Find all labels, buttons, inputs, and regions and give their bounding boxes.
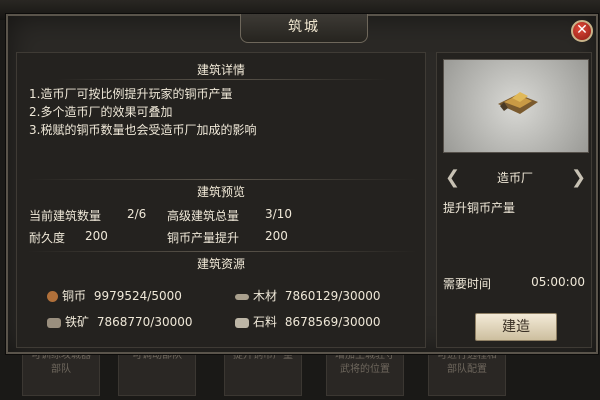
resource-value: 9979524/5000 [93,289,182,303]
resource-value: 7860129/30000 [284,289,381,303]
time-label: 需要时间 [443,277,492,291]
detail-line: 1.造币厂可按比例提升玩家的铜币产量 [29,87,233,101]
detail-line: 2.多个造币厂的效果可叠加 [29,105,173,119]
resource-iron: 铁矿 7868770/30000 [47,313,197,331]
current-count-label: 当前建筑数量 [29,209,102,223]
advanced-total-label: 高级建筑总量 [167,209,240,223]
resource-stone: 石料 8678569/30000 [235,313,385,331]
details-title: 建筑详情 [196,63,245,77]
detail-line: 3.税赋的铜币数量也会受造币厂加成的影响 [29,123,257,137]
building-name: 造币厂 [496,171,533,185]
current-count-value: 2/6 [127,207,147,221]
resources-title: 建筑资源 [196,257,245,271]
iron-ore-icon [47,317,61,328]
durability-label: 耐久度 [29,231,66,245]
previous-building-icon[interactable]: ❮ [445,167,460,189]
divider [57,79,387,80]
copper-boost-value: 200 [265,229,288,243]
next-building-icon[interactable]: ❯ [571,167,586,189]
building-panel: ❮ 造币厂 ❯ 提升铜币产量 需要时间 05:00:00 建造 [436,52,592,348]
durability-value: 200 [85,229,108,243]
resource-name: 铜币 [62,289,87,303]
advanced-total-value: 3/10 [265,207,292,221]
resource-name: 石料 [253,315,278,329]
close-icon[interactable]: ✕ [571,20,593,42]
copper-coin-icon [47,291,58,302]
resource-name: 铁矿 [65,315,90,329]
building-description: 提升铜币产量 [443,201,516,215]
build-city-dialog: 筑城 ✕ 建筑详情 1.造币厂可按比例提升玩家的铜币产量 2.多个造币厂的效果可… [6,14,598,354]
building-preview [443,59,589,153]
resource-copper: 铜币 9979524/5000 [47,287,197,305]
stone-icon [235,317,249,328]
time-value: 05:00:00 [531,275,585,289]
copper-boost-label: 铜币产量提升 [167,231,240,245]
dialog-title: 筑城 [240,14,368,43]
mint-building-icon [498,92,538,114]
resource-name: 木材 [253,289,278,303]
resource-wood: 木材 7860129/30000 [235,287,385,305]
resource-value: 8678569/30000 [284,315,381,329]
build-button[interactable]: 建造 [475,313,557,341]
wood-icon [235,293,249,300]
preview-title: 建筑预览 [196,185,245,199]
divider [27,179,417,180]
resource-value: 7868770/30000 [96,315,193,329]
divider [27,251,417,252]
info-panel: 建筑详情 1.造币厂可按比例提升玩家的铜币产量 2.多个造币厂的效果可叠加 3.… [16,52,426,348]
